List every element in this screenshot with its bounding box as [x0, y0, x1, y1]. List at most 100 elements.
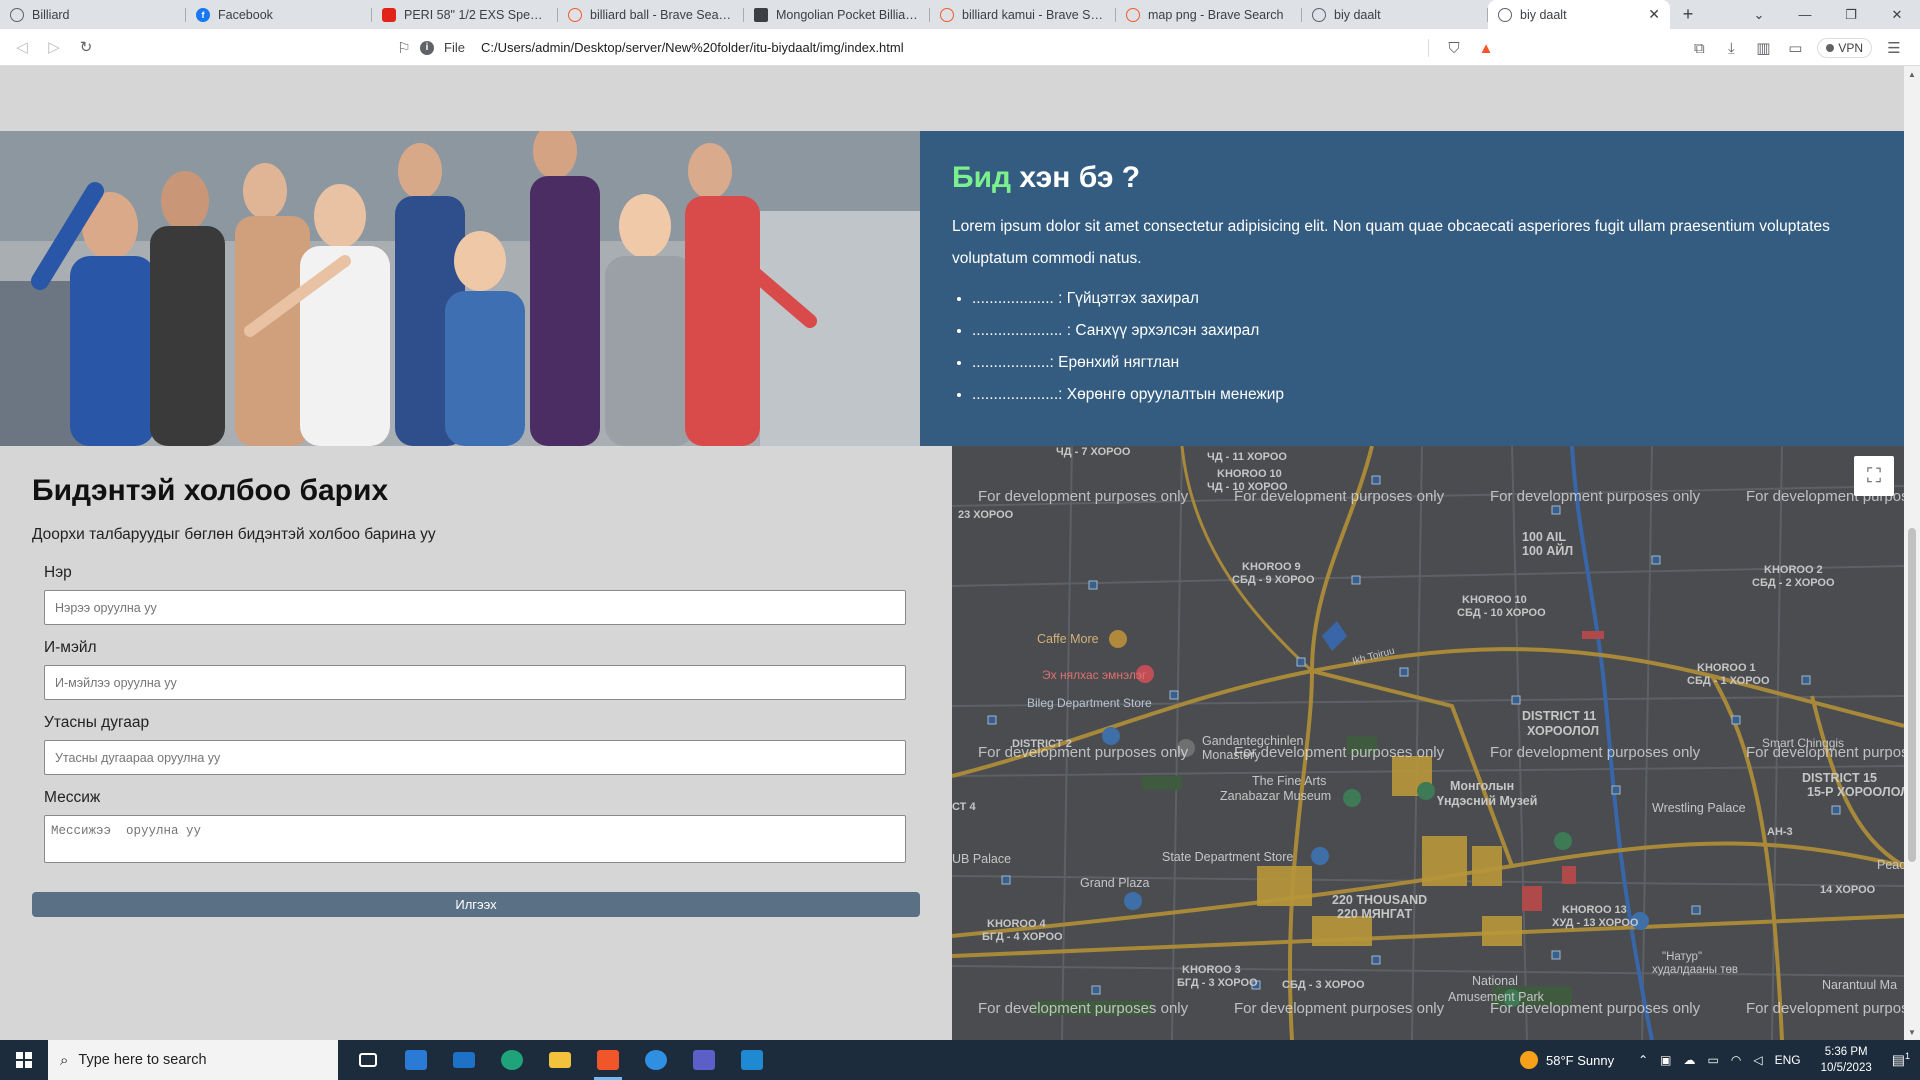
map-watermark: For development purposes only — [978, 488, 1189, 505]
new-tab-button[interactable]: + — [1670, 0, 1706, 29]
vscode-icon[interactable] — [728, 1040, 776, 1080]
map-label: СБД - 1 ХОРОО — [1687, 675, 1770, 687]
bookmark-icon[interactable]: ⚐ — [388, 32, 420, 64]
tab-label: biy daalt — [1334, 7, 1381, 22]
globe-icon — [1498, 7, 1512, 22]
list-item: ....................: Хөрөнгө оруулалтын… — [972, 379, 1872, 411]
notification-icon[interactable]: ▤1 — [1892, 1051, 1910, 1069]
restore-icon[interactable]: ❐ — [1828, 0, 1874, 29]
map-label: 220 THOUSAND — [1332, 893, 1428, 907]
tab-map-png-search[interactable]: map png - Brave Search — [1116, 0, 1302, 29]
map-label: KHOROO 10 — [1462, 594, 1527, 606]
about-title-rest: хэн бэ ? — [1011, 161, 1141, 194]
scrollbar-thumb[interactable] — [1908, 528, 1916, 862]
download-icon[interactable]: ⤓ — [1715, 32, 1747, 64]
fullscreen-icon[interactable]: ⛶ — [1854, 456, 1894, 496]
forward-arrow-icon[interactable]: ▷ — [38, 31, 70, 63]
map-label: 23 ХОРОО — [958, 509, 1014, 521]
close-window-icon[interactable]: ✕ — [1874, 0, 1920, 29]
tab-biy-daalt-active[interactable]: biy daalt ✕ — [1488, 0, 1670, 29]
tab-billiard-ball-search[interactable]: billiard ball - Brave Search — [558, 0, 744, 29]
reload-icon[interactable]: ↻ — [70, 31, 102, 63]
map-label: KHOROO 1 — [1697, 662, 1756, 674]
back-arrow-icon[interactable]: ◁ — [6, 31, 38, 63]
url-field[interactable]: i File C:/Users/admin/Desktop/server/New… — [420, 34, 1425, 61]
tab-billiard-kamui-search[interactable]: billiard kamui - Brave Searc — [930, 0, 1116, 29]
name-input[interactable] — [44, 590, 906, 625]
tab-facebook[interactable]: f Facebook — [186, 0, 372, 29]
map-label: UB Palace — [952, 852, 1012, 866]
volume-icon[interactable]: ◁ — [1753, 1053, 1762, 1067]
teams-icon[interactable] — [680, 1040, 728, 1080]
map-label: Эх нялхас эмнэлэг — [1042, 668, 1147, 682]
taskbar-search[interactable]: ⌕ Type here to search — [48, 1040, 338, 1080]
embedded-map[interactable]: ЧД - 7 ХОРОО ЧД - 11 ХОРОО KHOROO 10 ЧД … — [952, 446, 1904, 1040]
store-icon[interactable] — [392, 1040, 440, 1080]
info-icon[interactable]: i — [420, 40, 434, 55]
mail-icon[interactable] — [440, 1040, 488, 1080]
sidebar-icon[interactable]: ▥ — [1747, 32, 1779, 64]
about-title-highlight: Бид — [952, 161, 1012, 194]
weather-text[interactable]: 58°F Sunny — [1546, 1053, 1614, 1068]
map-label: KHOROO 10 — [1217, 468, 1282, 480]
notification-count: 1 — [1904, 1051, 1910, 1062]
task-view-icon[interactable] — [344, 1040, 392, 1080]
url-text: C:/Users/admin/Desktop/server/New%20fold… — [480, 40, 904, 55]
message-field-group: Мессиж — [32, 789, 920, 868]
vpn-button[interactable]: VPN — [1817, 38, 1872, 58]
map-watermark: For development purposes only — [1490, 744, 1701, 761]
scroll-up-icon[interactable]: ▲ — [1904, 66, 1920, 82]
wallet-icon[interactable]: ▭ — [1779, 32, 1811, 64]
edge-icon[interactable] — [488, 1040, 536, 1080]
extensions-icon[interactable]: ⧉ — [1683, 32, 1715, 64]
map-label: СБД - 3 ХОРОО — [1282, 979, 1365, 991]
brave-search-icon — [1126, 7, 1140, 22]
map-watermark: For development purposes only — [1490, 1000, 1701, 1017]
brave-browser-icon[interactable] — [584, 1040, 632, 1080]
clock[interactable]: 5:36 PM 10/5/2023 — [1821, 1044, 1872, 1076]
tab-biy-daalt-inactive[interactable]: biy daalt — [1302, 0, 1488, 29]
map-label: The Fine Arts — [1252, 774, 1327, 788]
page-viewport: Бид хэн бэ ? Lorem ipsum dolor sit amet … — [0, 66, 1904, 1040]
brave-rewards-icon[interactable]: ▲ — [1470, 32, 1502, 64]
chevron-up-icon[interactable]: ⌃ — [1638, 1053, 1648, 1067]
phone-input[interactable] — [44, 740, 906, 775]
language-indicator[interactable]: ENG — [1775, 1053, 1801, 1067]
message-textarea[interactable] — [44, 815, 906, 863]
wifi-icon[interactable]: ◠ — [1731, 1053, 1741, 1067]
email-input[interactable] — [44, 665, 906, 700]
safari-icon[interactable] — [632, 1040, 680, 1080]
map-label: СБД - 9 ХОРОО — [1232, 574, 1315, 586]
map-label: Үндэсний Музей — [1437, 794, 1538, 808]
tab-label: map png - Brave Search — [1148, 7, 1284, 22]
tab-search-icon[interactable]: ⌄ — [1736, 0, 1782, 29]
window-controls: ⌄ — ❐ ✕ — [1736, 0, 1920, 29]
meet-now-icon[interactable]: ▣ — [1660, 1053, 1671, 1067]
tab-mongolian-pocket-billiard[interactable]: Mongolian Pocket Billiard A — [744, 0, 930, 29]
page-scrollbar[interactable]: ▲ ▼ — [1904, 66, 1920, 1040]
separator — [1428, 39, 1429, 57]
close-tab-icon[interactable]: ✕ — [1648, 6, 1660, 23]
onedrive-icon[interactable]: ☁ — [1684, 1053, 1696, 1067]
map-label: СБД - 10 ХОРОО — [1457, 607, 1546, 619]
brave-search-icon — [940, 7, 954, 22]
team-photo — [0, 131, 920, 446]
minimize-icon[interactable]: — — [1782, 0, 1828, 29]
tab-label: Facebook — [218, 7, 273, 22]
map-label: 100 AIL — [1522, 530, 1567, 544]
map-label: худалдааны төв — [1652, 964, 1739, 976]
tab-billiard[interactable]: Billiard — [0, 0, 186, 29]
peri-icon — [382, 7, 396, 22]
menu-icon[interactable]: ☰ — [1878, 32, 1910, 64]
scroll-down-icon[interactable]: ▼ — [1904, 1024, 1920, 1040]
file-explorer-icon[interactable] — [536, 1040, 584, 1080]
start-button[interactable] — [0, 1040, 48, 1080]
submit-button[interactable]: Илгээх — [32, 892, 920, 917]
map-label: АН-3 — [1767, 826, 1793, 838]
map-label: БГД - 3 ХОРОО — [1177, 977, 1258, 989]
windows-logo-icon — [16, 1052, 32, 1068]
tab-peri[interactable]: PERI 58" 1/2 EXS Speed Bla — [372, 0, 558, 29]
brave-shield-icon[interactable]: ⛉ — [1438, 32, 1470, 64]
battery-icon[interactable]: ▭ — [1708, 1053, 1719, 1067]
weather-sun-icon[interactable] — [1520, 1051, 1539, 1069]
